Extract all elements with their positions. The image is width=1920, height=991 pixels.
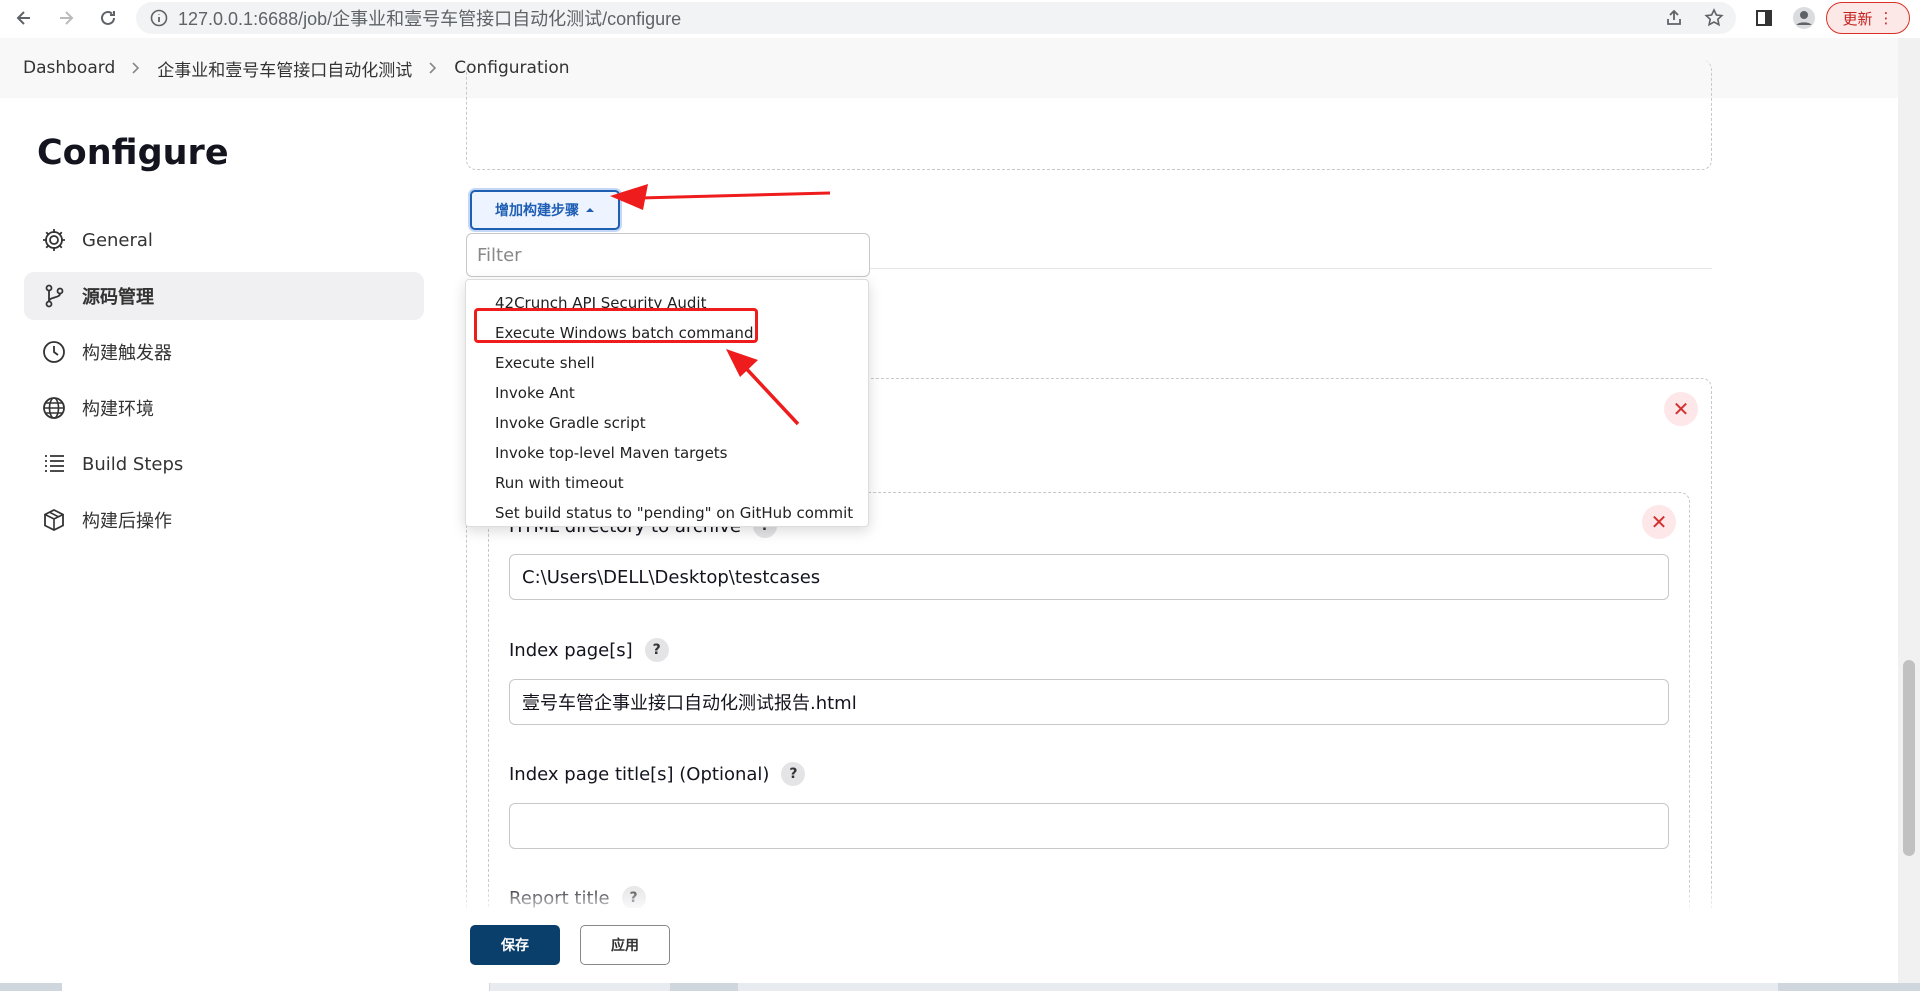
list-icon	[40, 450, 68, 478]
info-icon	[150, 9, 168, 27]
update-button[interactable]: 更新 ⋮	[1826, 2, 1910, 34]
chevron-right-icon	[428, 61, 438, 75]
forward-icon[interactable]	[52, 4, 80, 32]
add-build-step-button[interactable]: 增加构建步骤	[470, 190, 620, 230]
sidebar-item-label: 构建触发器	[82, 343, 172, 364]
update-label: 更新	[1842, 9, 1873, 28]
annotation-arrow-to-button	[610, 184, 831, 210]
sidebar-item-label: Build Steps	[82, 453, 184, 475]
sidepanel-icon[interactable]	[1750, 4, 1778, 32]
apply-button[interactable]: 应用	[580, 925, 670, 965]
report-title-label: Report title	[509, 887, 610, 909]
sidebar-item-post-build-actions[interactable]: 构建后操作	[24, 496, 424, 544]
sidebar-item-build-environment[interactable]: 构建环境	[24, 384, 424, 432]
globe-icon	[40, 394, 68, 422]
caret-up-icon	[585, 202, 595, 218]
chevron-right-icon	[131, 61, 141, 75]
branch-icon	[40, 282, 68, 310]
build-step-dropdown: 42Crunch API Security Audit Execute Wind…	[465, 279, 869, 527]
help-icon[interactable]: ?	[644, 638, 669, 662]
help-icon[interactable]: ?	[781, 762, 806, 786]
bookmark-star-icon[interactable]	[1700, 4, 1728, 32]
dropdown-item-windows-batch[interactable]: Execute Windows batch command	[466, 318, 868, 348]
close-icon[interactable]: ✕	[1642, 505, 1676, 539]
index-pages-label-row: Index page[s] ?	[509, 638, 669, 662]
index-title-input[interactable]	[509, 803, 1669, 849]
breadcrumb-dashboard[interactable]: Dashboard	[23, 58, 115, 78]
url-text: 127.0.0.1:6688/job/企事业和壹号车管接口自动化测试/confi…	[178, 9, 682, 29]
add-build-step-label: 增加构建步骤	[495, 203, 579, 219]
index-pages-input[interactable]: 壹号车管企事业接口自动化测试报告.html	[509, 679, 1669, 725]
taskbar-item	[62, 983, 489, 991]
more-vert-icon: ⋮	[1878, 9, 1894, 27]
sidebar-item-general[interactable]: General	[24, 216, 424, 264]
back-icon[interactable]	[10, 4, 38, 32]
taskbar-item	[738, 983, 1778, 991]
close-icon[interactable]: ✕	[1664, 392, 1698, 426]
dropdown-item-run-timeout[interactable]: Run with timeout	[466, 468, 868, 498]
profile-avatar-icon[interactable]	[1790, 4, 1818, 32]
dropdown-item-42crunch[interactable]: 42Crunch API Security Audit	[466, 288, 868, 318]
save-button[interactable]: 保存	[470, 925, 560, 965]
index-title-label: Index page title[s] (Optional)	[509, 763, 770, 785]
clock-icon	[40, 338, 68, 366]
index-pages-label: Index page[s]	[509, 639, 633, 661]
reload-icon[interactable]	[94, 4, 122, 32]
help-icon[interactable]: ?	[621, 886, 646, 910]
sidebar-item-label: 构建后操作	[82, 511, 172, 532]
browser-toolbar: 127.0.0.1:6688/job/企事业和壹号车管接口自动化测试/confi…	[0, 0, 1920, 36]
html-dir-value: C:\Users\DELL\Desktop\testcases	[522, 566, 821, 588]
breadcrumb-job[interactable]: 企事业和壹号车管接口自动化测试	[157, 56, 412, 81]
dropdown-item-invoke-ant[interactable]: Invoke Ant	[466, 378, 868, 408]
dropdown-item-execute-shell[interactable]: Execute shell	[466, 348, 868, 378]
html-dir-input[interactable]: C:\Users\DELL\Desktop\testcases	[509, 554, 1669, 600]
sidebar-item-build-steps[interactable]: Build Steps	[24, 440, 424, 488]
scrollbar-thumb[interactable]	[1903, 660, 1915, 856]
package-icon	[40, 506, 68, 534]
page-title: Configure	[37, 133, 229, 173]
address-bar[interactable]: 127.0.0.1:6688/job/企事业和壹号车管接口自动化测试/confi…	[136, 2, 1736, 34]
sidebar-item-source-management[interactable]: 源码管理	[24, 272, 424, 320]
sidebar-item-build-triggers[interactable]: 构建触发器	[24, 328, 424, 376]
dropdown-item-maven[interactable]: Invoke top-level Maven targets	[466, 438, 868, 468]
index-pages-value: 壹号车管企事业接口自动化测试报告.html	[522, 693, 857, 714]
filter-input[interactable]	[466, 233, 870, 277]
sidebar-item-label: 构建环境	[82, 399, 154, 420]
index-title-label-row: Index page title[s] (Optional) ?	[509, 762, 806, 786]
sidebar-item-label: 源码管理	[82, 287, 154, 308]
dropdown-item-github-status[interactable]: Set build status to "pending" on GitHub …	[466, 498, 868, 528]
gear-icon	[40, 226, 68, 254]
report-title-label-row: Report title ?	[509, 886, 646, 910]
share-icon[interactable]	[1660, 4, 1688, 32]
previous-section-box	[466, 60, 1712, 170]
dropdown-item-gradle[interactable]: Invoke Gradle script	[466, 408, 868, 438]
sidebar-item-label: General	[82, 229, 153, 251]
taskbar-item	[490, 983, 670, 991]
